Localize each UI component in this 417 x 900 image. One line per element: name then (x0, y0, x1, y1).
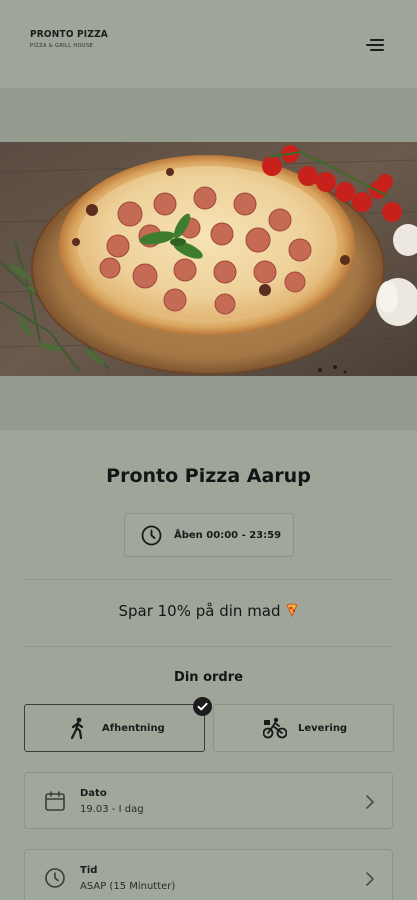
time-field[interactable]: Tid ASAP (15 Minutter) (24, 849, 393, 900)
clock-icon (141, 525, 162, 545)
menu-icon-bar (366, 44, 384, 46)
time-value: ASAP (15 Minutter) (80, 881, 176, 892)
opening-hours-badge: Åben 00:00 - 23:59 (124, 513, 294, 557)
chevron-right-icon (365, 871, 375, 890)
promo-banner: Spar 10% på din mad (0, 602, 417, 621)
date-label: Dato (80, 788, 107, 799)
menu-icon-bar (370, 49, 384, 51)
hero-band-top (0, 88, 417, 142)
app-header: PRONTO PIZZA PIZZA & GRILL HOUSE (0, 0, 417, 88)
pizza-photo (0, 142, 417, 376)
divider (24, 579, 393, 580)
date-field[interactable]: Dato 19.03 - I dag (24, 772, 393, 829)
menu-button[interactable] (366, 36, 388, 54)
time-label: Tid (80, 865, 98, 876)
date-value: 19.03 - I dag (80, 804, 144, 815)
delivery-option[interactable]: Levering (213, 704, 394, 752)
logo-subtitle: PIZZA & GRILL HOUSE (30, 43, 94, 49)
order-heading: Din ordre (174, 670, 243, 685)
hero-image (0, 142, 417, 376)
brand-logo[interactable]: PRONTO PIZZA PIZZA & GRILL HOUSE (30, 29, 108, 49)
selected-check-icon (193, 697, 212, 716)
logo-title: PRONTO PIZZA (30, 29, 108, 40)
menu-icon (370, 39, 384, 41)
clock-icon (44, 867, 66, 893)
bicycle-courier-icon (262, 717, 288, 743)
pizza-slice-icon (285, 603, 299, 621)
main-content (0, 430, 417, 900)
calendar-icon (44, 790, 66, 816)
walking-person-icon (69, 717, 87, 743)
opening-hours-text: Åben 00:00 - 23:59 (174, 529, 282, 541)
pickup-option[interactable]: Afhentning (24, 704, 205, 752)
pickup-label: Afhentning (102, 723, 165, 734)
divider (24, 646, 393, 647)
hero-band-bottom (0, 376, 417, 430)
restaurant-name: Pronto Pizza Aarup (106, 465, 311, 487)
chevron-right-icon (365, 794, 375, 813)
delivery-label: Levering (298, 723, 348, 734)
promo-text: Spar 10% på din mad (118, 602, 281, 620)
